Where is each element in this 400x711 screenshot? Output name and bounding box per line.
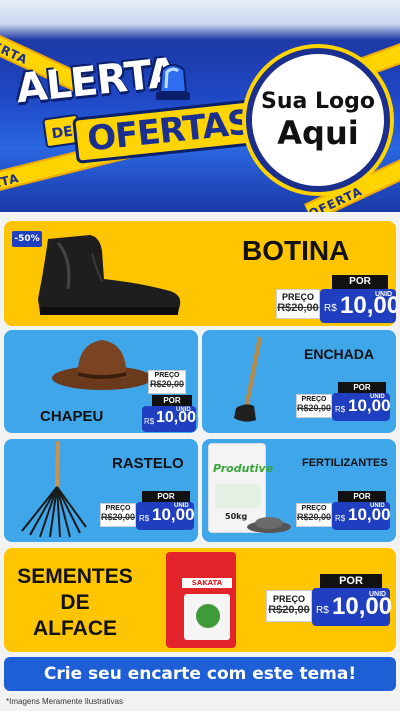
unit-label: UNID bbox=[370, 503, 385, 509]
disclaimer-note: *Imagens Meramente Ilustrativas bbox=[6, 697, 123, 706]
preco-label: PREÇO bbox=[301, 505, 327, 512]
product-card-chapeu: CHAPEU PREÇO R$20,00 POR R$ 10,00 UNID bbox=[4, 330, 198, 433]
old-price: R$20,00 bbox=[277, 302, 319, 314]
old-price-box: PREÇO R$20,00 bbox=[148, 370, 186, 394]
unit-label: UNID bbox=[174, 503, 189, 509]
bag-label-area bbox=[215, 484, 261, 508]
product-name: SEMENTES DE ALFACE bbox=[10, 564, 140, 642]
header-banner: OFERTA ALERTA OFERTA OFERTA ALERTA DE OF… bbox=[0, 0, 400, 212]
new-price-box: R$ 10,00 UNID bbox=[142, 406, 196, 432]
old-price-box: PREÇO R$20,00 bbox=[276, 289, 320, 319]
currency: R$ bbox=[335, 514, 346, 523]
preco-label: PREÇO bbox=[154, 372, 180, 379]
lettuce-icon bbox=[196, 604, 220, 628]
old-price-box: PREÇO R$20,00 bbox=[296, 503, 332, 527]
unit-label: UNID bbox=[375, 291, 393, 298]
granules-image bbox=[247, 517, 291, 533]
ofertas-title: OFERTAS bbox=[72, 98, 267, 164]
old-price: R$20,00 bbox=[268, 604, 310, 616]
new-price-box: R$ 10,00 UNID bbox=[332, 393, 391, 421]
new-price-box: R$ 10,00 UNID bbox=[312, 588, 392, 626]
preco-label: PREÇO bbox=[105, 505, 131, 512]
product-name-line-2: DE bbox=[60, 591, 90, 614]
old-price-box: PREÇO R$20,00 bbox=[100, 503, 136, 527]
logo-line-1: Sua Logo bbox=[260, 89, 375, 114]
product-card-sementes: SEMENTES DE ALFACE SAKATA POR PREÇO R$20… bbox=[4, 548, 396, 652]
product-name-line-3: ALFACE bbox=[33, 617, 117, 640]
unit-label: UNID bbox=[370, 394, 385, 400]
preco-label: PREÇO bbox=[281, 292, 314, 302]
product-card-enchada: ENCHADA POR PREÇO R$20,00 R$ 10,00 UNID bbox=[202, 330, 396, 433]
product-name: BOTINA bbox=[242, 235, 350, 266]
unit-label: UNID bbox=[369, 591, 387, 598]
packet-label bbox=[184, 594, 230, 640]
old-price: R$20,00 bbox=[297, 512, 332, 522]
old-price-box: PREÇO R$20,00 bbox=[296, 394, 332, 418]
logo-line-2: Aqui bbox=[277, 114, 359, 152]
product-name-line-1: SEMENTES bbox=[17, 565, 133, 588]
por-label: POR bbox=[320, 574, 382, 588]
new-price-box: R$ 10,00 UNID bbox=[320, 289, 396, 323]
currency: R$ bbox=[139, 514, 150, 523]
new-price-box: R$ 10,00 UNID bbox=[136, 502, 195, 530]
old-price: R$20,00 bbox=[149, 379, 185, 389]
hoe-image bbox=[234, 336, 262, 422]
packet-brand: SAKATA bbox=[182, 578, 232, 588]
product-name: RASTELO bbox=[112, 455, 184, 472]
currency: R$ bbox=[316, 605, 329, 616]
hat-image bbox=[52, 340, 152, 390]
por-label: POR bbox=[142, 491, 190, 502]
por-label: POR bbox=[338, 491, 386, 502]
tape-text: ALERTA bbox=[0, 170, 21, 199]
unit-label: UNID bbox=[176, 407, 191, 413]
old-price: R$20,00 bbox=[297, 403, 332, 413]
logo-placeholder: Sua Logo Aqui bbox=[246, 48, 390, 192]
product-name: CHAPEU bbox=[40, 408, 104, 425]
por-label: POR bbox=[152, 395, 192, 406]
preco-label: PREÇO bbox=[301, 396, 327, 403]
bag-brand: Produtive bbox=[213, 462, 274, 475]
preco-label: PREÇO bbox=[272, 594, 305, 604]
currency: R$ bbox=[335, 405, 346, 414]
cta-banner[interactable]: Crie seu encarte com este tema! bbox=[4, 657, 396, 691]
siren-icon bbox=[156, 64, 190, 100]
old-price: R$20,00 bbox=[101, 512, 136, 522]
header-sky bbox=[0, 0, 400, 40]
boot-image bbox=[38, 235, 181, 315]
rake-image bbox=[21, 441, 87, 538]
currency: R$ bbox=[324, 303, 337, 314]
product-card-rastelo: RASTELO POR PREÇO R$20,00 R$ 10,00 UNID bbox=[4, 439, 198, 542]
seed-packet-image: SAKATA bbox=[166, 552, 236, 648]
product-card-botina: -50% BOTINA POR PREÇO R$20,00 R$ 10,00 U… bbox=[4, 221, 396, 326]
bag-weight: 50kg bbox=[225, 512, 248, 521]
old-price-box: PREÇO R$20,00 bbox=[266, 590, 312, 622]
por-label: POR bbox=[332, 275, 388, 289]
currency: R$ bbox=[144, 417, 155, 426]
por-label: POR bbox=[338, 382, 386, 393]
product-card-fertilizantes: Produtive 50kg FERTILIZANTES POR PREÇO R… bbox=[202, 439, 396, 542]
product-name: FERTILIZANTES bbox=[302, 457, 388, 469]
product-name: ENCHADA bbox=[304, 346, 374, 362]
new-price-box: R$ 10,00 UNID bbox=[332, 502, 391, 530]
